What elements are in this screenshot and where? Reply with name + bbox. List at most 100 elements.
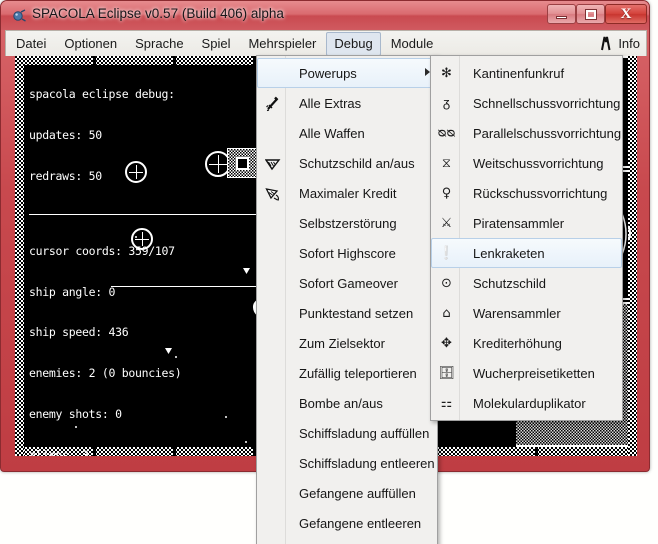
menu-bar: Datei Optionen Sprache Spiel Mehrspieler… bbox=[5, 30, 647, 56]
menu-item-label: Punktestand setzen bbox=[299, 305, 414, 321]
menu-item-schiffsladung-auffuellen[interactable]: Schiffsladung auffüllen bbox=[257, 418, 437, 448]
menu-item-label: Powerups bbox=[299, 65, 357, 81]
submenu-item-label: Parallelschussvorrichtung bbox=[473, 125, 622, 141]
menu-item-sofort-highscore[interactable]: Sofort Highscore bbox=[257, 238, 437, 268]
submenu-item-label: Warensammler bbox=[473, 305, 561, 321]
close-button[interactable]: X bbox=[605, 4, 647, 24]
info-label: Info bbox=[618, 36, 640, 51]
menu-item-alle-extras[interactable]: Alle Extras bbox=[257, 88, 437, 118]
menu-item-label: Maximaler Kredit bbox=[299, 185, 397, 201]
submenu-item-krediterhoehung[interactable]: ✥ Krediterhöhung bbox=[431, 328, 622, 358]
menu-item-label: Bombe an/aus bbox=[299, 395, 383, 411]
screen-root: SPACOLA Eclipse v0.57 (Build 406) alpha … bbox=[0, 0, 658, 544]
minimize-icon bbox=[556, 15, 567, 19]
rear-shot-icon: ♀ bbox=[441, 186, 452, 201]
border-checker-left bbox=[15, 56, 24, 456]
alien-sprite bbox=[131, 228, 153, 250]
info-mountains-icon bbox=[597, 36, 614, 51]
title-bar[interactable]: SPACOLA Eclipse v0.57 (Build 406) alpha … bbox=[1, 1, 649, 30]
sparkle-icon bbox=[264, 95, 281, 112]
submenu-item-label: Schutzschild bbox=[473, 275, 546, 291]
menu-item-zum-zielsektor[interactable]: Zum Zielsektor bbox=[257, 328, 437, 358]
powerups-submenu: ✻ Kantinenfunkruf ᵹ Schnellschussvorrich… bbox=[430, 55, 623, 421]
credit-boost-icon: ✥ bbox=[441, 336, 452, 351]
menu-item-alle-waffen[interactable]: Alle Waffen bbox=[257, 118, 437, 148]
bomb-icon bbox=[264, 395, 281, 412]
setscore-icon bbox=[264, 305, 281, 322]
menu-item-label: Schutzschild an/aus bbox=[299, 155, 415, 171]
menu-item-gefangene-auffuellen[interactable]: Gefangene auffüllen bbox=[257, 478, 437, 508]
maximize-button[interactable] bbox=[576, 4, 605, 24]
menu-item-gefangene-entleeren[interactable]: Gefangene entleeren bbox=[257, 508, 437, 538]
menu-item-label: Schiffsladung auffüllen bbox=[299, 425, 430, 441]
window-title: SPACOLA Eclipse v0.57 (Build 406) alpha bbox=[32, 6, 284, 21]
submenu-item-lenkraketen[interactable]: ❕ Lenkraketen bbox=[431, 238, 622, 268]
submenu-item-schutzschild[interactable]: ⊙ Schutzschild bbox=[431, 268, 622, 298]
target-sector-icon bbox=[264, 335, 281, 352]
submenu-item-label: Kantinenfunkruf bbox=[473, 65, 565, 81]
prisoners-empty-icon bbox=[264, 515, 281, 532]
menu-sprache[interactable]: Sprache bbox=[127, 32, 191, 56]
debug-dropdown-menu: Powerups Alle Extras Alle Waffen Schutzs… bbox=[256, 55, 438, 544]
menu-item-label: Zufällig teleportieren bbox=[299, 365, 417, 381]
menu-optionen[interactable]: Optionen bbox=[56, 32, 125, 56]
cargo-crate-sprite bbox=[227, 148, 257, 178]
menu-module[interactable]: Module bbox=[383, 32, 442, 56]
parallel-shot-icon: ᴓᴓ bbox=[437, 126, 456, 141]
submenu-item-kantinenfunkruf[interactable]: ✻ Kantinenfunkruf bbox=[431, 58, 622, 88]
pirate-collector-icon: ⚔ bbox=[440, 216, 453, 231]
alien-sprite bbox=[125, 161, 147, 183]
menu-item-sofort-gameover[interactable]: Sofort Gameover bbox=[257, 268, 437, 298]
menu-item-punktestand-setzen[interactable]: Punktestand setzen bbox=[257, 298, 437, 328]
laser-beam-sprite bbox=[111, 286, 277, 287]
submenu-item-molekularduplikator[interactable]: ⚏ Molekularduplikator bbox=[431, 388, 622, 418]
submenu-item-label: Weitschussvorrichtung bbox=[473, 155, 604, 171]
submenu-item-rueckschussvorrichtung[interactable]: ♀ Rückschussvorrichtung bbox=[431, 178, 622, 208]
menu-item-schiffsladung-entleeren[interactable]: Schiffsladung entleeren bbox=[257, 448, 437, 478]
submenu-item-label: Lenkraketen bbox=[473, 245, 545, 261]
submenu-item-schnellschussvorrichtung[interactable]: ᵹ Schnellschussvorrichtung bbox=[431, 88, 622, 118]
menu-datei[interactable]: Datei bbox=[8, 32, 54, 56]
menu-mehrspieler[interactable]: Mehrspieler bbox=[240, 32, 324, 56]
menu-item-label: Zum Zielsektor bbox=[299, 335, 385, 351]
submenu-item-weitschussvorrichtung[interactable]: ⧖ Weitschussvorrichtung bbox=[431, 148, 622, 178]
menu-debug[interactable]: Debug bbox=[326, 31, 381, 56]
submenu-item-label: Krediterhöhung bbox=[473, 335, 562, 351]
menu-item-powerups[interactable]: Powerups bbox=[257, 58, 437, 88]
maximize-icon bbox=[584, 8, 597, 20]
prisoners-fill-icon bbox=[264, 485, 281, 502]
submenu-item-warensammler[interactable]: ⌂ Warensammler bbox=[431, 298, 622, 328]
menu-item-label: Gefangene auffüllen bbox=[299, 485, 416, 501]
goods-collector-icon: ⌂ bbox=[442, 306, 451, 321]
menu-item-bombe-toggle[interactable]: Bombe an/aus bbox=[257, 388, 437, 418]
border-checker-right bbox=[628, 56, 637, 456]
shield-icon: ⊙ bbox=[441, 276, 452, 291]
menu-item-schutzschild-toggle[interactable]: Schutzschild an/aus bbox=[257, 148, 437, 178]
minimize-button[interactable] bbox=[547, 4, 576, 24]
menu-item-voller-stopp[interactable]: Voller Stopp bbox=[257, 538, 437, 544]
menu-item-label: Alle Waffen bbox=[299, 125, 365, 141]
menu-item-label: Gefangene entleeren bbox=[299, 515, 422, 531]
selfdestruct-icon bbox=[264, 215, 281, 232]
submenu-item-label: Rückschussvorrichtung bbox=[473, 185, 608, 201]
submenu-item-wucherpreisetiketten[interactable]: 🗄 Wucherpreisetiketten bbox=[431, 358, 622, 388]
coin-hand-icon bbox=[264, 185, 281, 202]
shield-cursor-icon bbox=[264, 155, 281, 172]
menu-spiel[interactable]: Spiel bbox=[194, 32, 239, 56]
menu-item-zufaellig-teleportieren[interactable]: Zufällig teleportieren bbox=[257, 358, 437, 388]
cargo-fill-icon bbox=[264, 425, 281, 442]
molecular-duplicator-icon: ⚏ bbox=[440, 396, 453, 411]
info-button[interactable]: Info bbox=[597, 36, 640, 51]
long-shot-icon: ⧖ bbox=[441, 156, 452, 171]
menu-item-maximaler-kredit[interactable]: Maximaler Kredit bbox=[257, 178, 437, 208]
submenu-item-parallelschussvorrichtung[interactable]: ᴓᴓ Parallelschussvorrichtung bbox=[431, 118, 622, 148]
menu-item-label: Alle Extras bbox=[299, 95, 362, 111]
submenu-item-piratensammler[interactable]: ⚔ Piratensammler bbox=[431, 208, 622, 238]
rapid-fire-icon: ᵹ bbox=[442, 96, 451, 111]
menu-item-label: Selbstzerstörung bbox=[299, 215, 397, 231]
price-tag-icon: 🗄 bbox=[438, 366, 455, 381]
menu-item-label: Sofort Highscore bbox=[299, 245, 396, 261]
menu-item-selbstzerstoerung[interactable]: Selbstzerstörung bbox=[257, 208, 437, 238]
teleport-icon bbox=[264, 365, 281, 382]
highscore-icon bbox=[264, 245, 281, 262]
